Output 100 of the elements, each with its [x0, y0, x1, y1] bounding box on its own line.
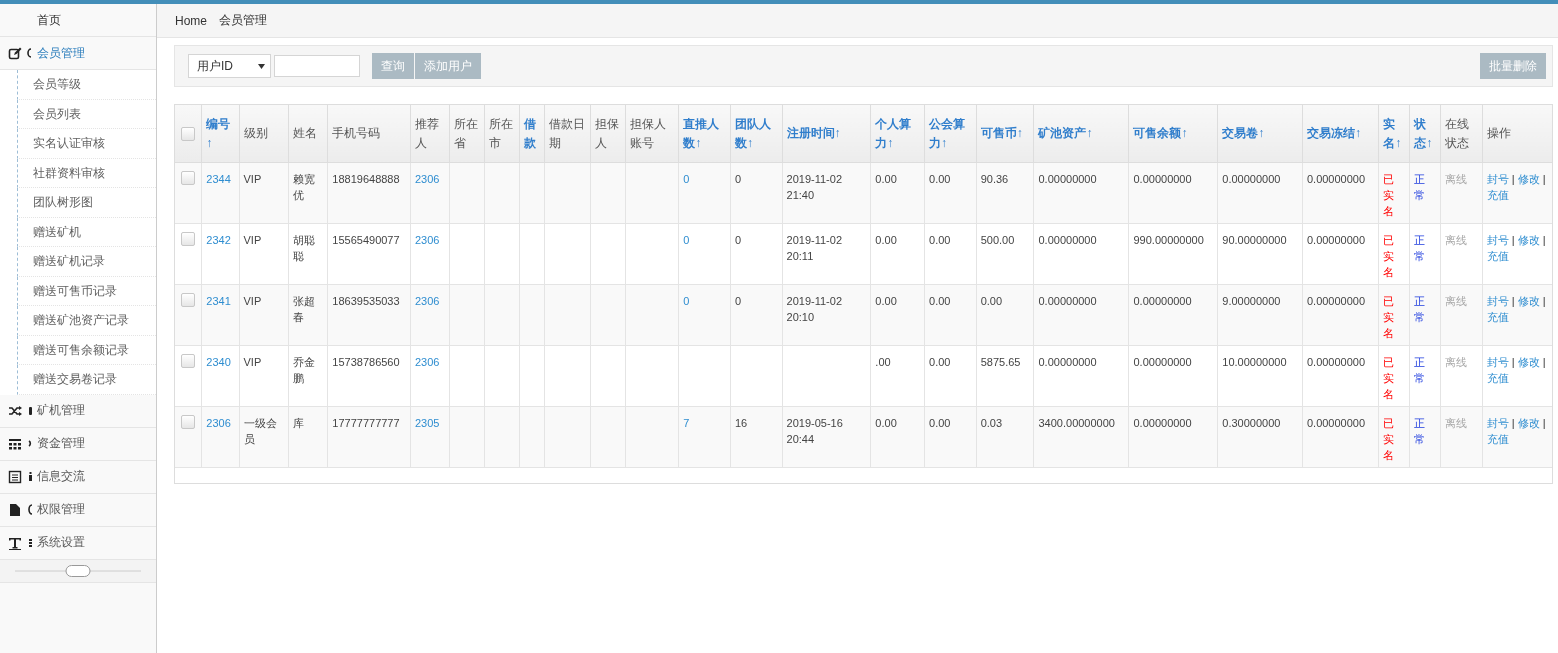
submenu-item[interactable]: 赠送可售余额记录 [17, 335, 156, 365]
table-cell: 5875.65 [980, 356, 1021, 368]
link[interactable]: 0 [683, 295, 690, 307]
action-link[interactable]: 封号 [1486, 295, 1509, 307]
table-cell: 乔金鹏 [293, 356, 316, 384]
link[interactable]: 2344 [206, 173, 231, 185]
row-checkbox[interactable] [181, 171, 196, 186]
link[interactable]: 2306 [414, 356, 440, 368]
text-icon [8, 535, 22, 550]
table-cell: 正常 [1414, 234, 1426, 262]
select-all-checkbox[interactable] [181, 126, 196, 141]
link[interactable]: 2306 [414, 173, 440, 185]
link[interactable]: 2340 [206, 356, 231, 368]
file-icon [8, 502, 22, 517]
row-checkbox[interactable] [181, 232, 196, 247]
separator: | [1542, 173, 1546, 185]
action-link[interactable]: 修改 [1517, 173, 1540, 185]
link[interactable]: 2306 [206, 417, 231, 429]
search-type-select[interactable]: 用户ID [188, 54, 271, 78]
breadcrumb-link[interactable]: Home [175, 13, 207, 28]
search-field[interactable] [274, 55, 360, 77]
table-cell: 18639535033 [332, 295, 400, 307]
action-link[interactable]: 修改 [1517, 356, 1540, 368]
glyph-fragment-icon [27, 470, 34, 483]
glyph-fragment-icon [27, 536, 34, 549]
column-header: 担保人账号 [629, 115, 667, 152]
table-cell: 3400.00000000 [1038, 417, 1115, 429]
calculator-icon [8, 436, 22, 451]
table-cell: 16 [734, 417, 748, 429]
table-cell: 已实名 [1383, 173, 1395, 217]
row-checkbox[interactable] [181, 415, 196, 430]
table-cell: 0.00 [929, 417, 951, 429]
toolbar-button[interactable]: 添加用户 [415, 53, 481, 79]
table-cell: 990.00000000 [1133, 234, 1204, 246]
table-cell: 0.00000000 [1222, 173, 1281, 185]
table-cell: 0 [734, 173, 742, 185]
action-link[interactable]: 充值 [1486, 250, 1509, 262]
link[interactable]: 0 [683, 234, 690, 246]
action-link[interactable]: 修改 [1517, 234, 1540, 246]
toolbar-button[interactable]: 查询 [372, 53, 414, 79]
separator: | [1542, 295, 1546, 307]
action-link[interactable]: 充值 [1486, 189, 1509, 201]
table-cell: 0.00000000 [1133, 173, 1192, 185]
table-cell: 0.00000000 [1306, 234, 1366, 246]
table-cell: 正常 [1414, 356, 1426, 384]
action-link[interactable]: 充值 [1486, 311, 1509, 323]
table-cell: VIP [243, 295, 262, 307]
action-link[interactable]: 充值 [1486, 433, 1509, 445]
submenu-item[interactable]: 赠送矿机记录 [17, 247, 156, 277]
link[interactable]: 2342 [206, 234, 231, 246]
table-cell: 0.00000000 [1306, 356, 1366, 368]
table-cell: 0.00000000 [1306, 417, 1366, 429]
table-cell: 0.00000000 [1038, 234, 1097, 246]
table-cell: 0 [734, 295, 742, 307]
table-cell: 2019-11-02 20:11 [786, 234, 842, 262]
action-link[interactable]: 修改 [1517, 417, 1540, 429]
table-cell: 2019-05-16 20:44 [786, 417, 843, 445]
action-link[interactable]: 封号 [1486, 173, 1509, 185]
link[interactable]: 7 [683, 417, 690, 429]
collapse-toggle[interactable] [15, 563, 141, 578]
submenu-item[interactable]: 实名认证审核 [17, 129, 156, 159]
row-checkbox[interactable] [181, 354, 196, 369]
submenu-item[interactable]: 社群资料审核 [17, 158, 156, 188]
submenu-item[interactable]: 赠送交易卷记录 [17, 365, 156, 395]
table-cell: 0.00 [929, 173, 951, 185]
link[interactable]: 2341 [206, 295, 231, 307]
link[interactable]: 2305 [414, 417, 440, 429]
column-header: 所在省 [454, 115, 480, 152]
column-header: 担保人 [594, 115, 620, 152]
bulk-delete-button[interactable]: 批量删除 [1480, 53, 1546, 79]
submenu-item[interactable]: 会员列表 [17, 99, 156, 129]
submenu-item[interactable]: 赠送矿池资产记录 [17, 306, 156, 336]
table-cell: VIP [243, 234, 262, 246]
table-cell: 15738786560 [332, 356, 400, 368]
separator: | [1511, 173, 1515, 185]
table-cell: 0.30000000 [1222, 417, 1281, 429]
submenu-item[interactable]: 赠送矿机 [17, 217, 156, 247]
link[interactable]: 2306 [414, 234, 440, 246]
action-link[interactable]: 封号 [1486, 356, 1509, 368]
column-header: 推荐人 [414, 115, 440, 152]
table-cell: 0.00000000 [1133, 356, 1192, 368]
link[interactable]: 2306 [414, 295, 440, 307]
submenu-item[interactable]: 团队树形图 [17, 188, 156, 218]
submenu-item[interactable]: 赠送可售币记录 [17, 276, 156, 306]
table-cell: 已实名 [1383, 356, 1395, 400]
table-cell: 15565490077 [332, 234, 400, 246]
table-cell: 已实名 [1383, 417, 1395, 461]
submenu-item[interactable]: 会员等级 [17, 70, 156, 100]
table-cell: 离线 [1445, 173, 1468, 185]
link[interactable]: 0 [683, 173, 690, 185]
action-link[interactable]: 封号 [1486, 234, 1509, 246]
table-cell: 0.00 [980, 295, 1003, 307]
action-link[interactable]: 修改 [1517, 295, 1540, 307]
row-checkbox[interactable] [181, 293, 196, 308]
breadcrumb-link[interactable]: 会员管理 [219, 12, 267, 29]
table-cell: 正常 [1414, 295, 1426, 323]
action-link[interactable]: 封号 [1486, 417, 1509, 429]
table-cell: 0.00 [929, 295, 951, 307]
action-link[interactable]: 充值 [1486, 372, 1509, 384]
table-cell: 2019-11-02 21:40 [786, 173, 842, 201]
